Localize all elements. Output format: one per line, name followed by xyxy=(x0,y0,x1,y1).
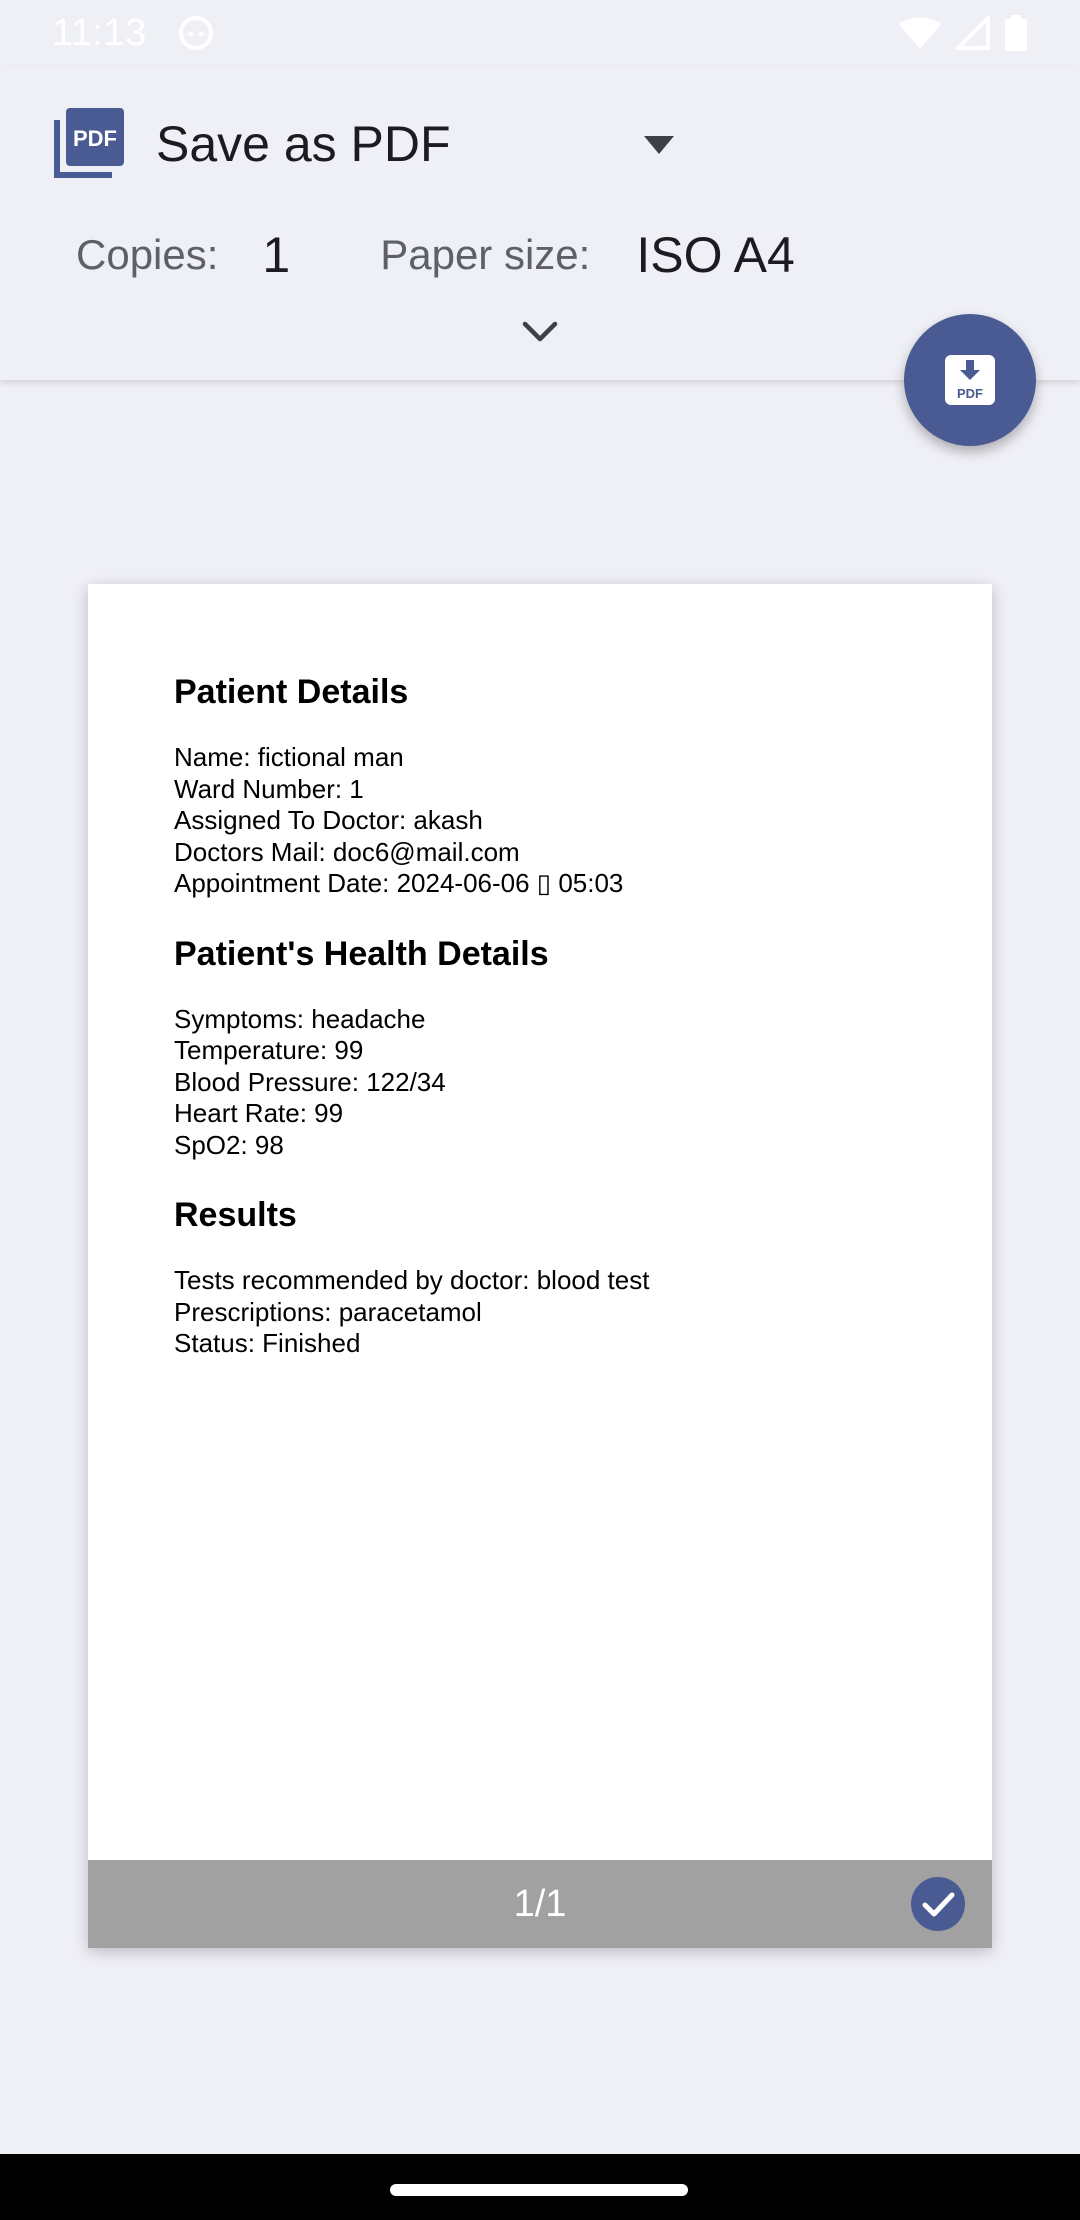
status-line: Status: Finished xyxy=(174,1328,361,1358)
paper-size-value: ISO A4 xyxy=(636,227,795,283)
battery-icon xyxy=(1005,15,1027,51)
navigation-bar xyxy=(0,2154,1080,2220)
printer-selector[interactable]: PDF Save as PDF xyxy=(50,104,451,184)
triangle-down-icon[interactable] xyxy=(644,136,674,154)
section-heading: Patient Details xyxy=(174,673,409,711)
section-lines: Tests recommended by doctor: blood test … xyxy=(174,1265,954,1360)
section-lines: Name: fictional man Ward Number: 1 Assig… xyxy=(174,742,954,900)
document-content: Patient Details Name: fictional man Ward… xyxy=(174,672,954,1394)
print-options-summary: Copies: 1 Paper size: ISO A4 xyxy=(76,220,795,290)
wifi-icon xyxy=(899,17,941,49)
status-icons xyxy=(898,15,1028,51)
assigned-doctor-line: Assigned To Doctor: akash xyxy=(174,805,483,835)
android-app-icon xyxy=(178,16,213,50)
copies-value: 1 xyxy=(262,227,291,283)
patient-name-line: Name: fictional man xyxy=(174,742,404,772)
pdf-document-icon: PDF xyxy=(54,108,124,178)
section-lines: Symptoms: headache Temperature: 99 Blood… xyxy=(174,1004,954,1162)
svg-text:PDF: PDF xyxy=(73,126,117,151)
print-preview-page[interactable]: Patient Details Name: fictional man Ward… xyxy=(88,584,992,1948)
appointment-date-line: Appointment Date: 2024-06-06 ▯ 05:03 xyxy=(174,868,624,898)
status-time: 11:13 xyxy=(52,11,147,54)
section-heading: Patient's Health Details xyxy=(174,934,549,973)
pdf-download-icon: PDF xyxy=(945,355,995,405)
symptoms-line: Symptoms: headache xyxy=(174,1003,426,1034)
paper-size-label: Paper size: xyxy=(380,231,591,278)
status-bar: 11:13 xyxy=(0,0,1080,66)
svg-text:PDF: PDF xyxy=(957,386,983,401)
section-heading: Results xyxy=(174,1196,297,1234)
doctor-mail-line: Doctors Mail: doc6@mail.com xyxy=(174,836,520,867)
printer-name: Save as PDF xyxy=(156,116,451,172)
copies-label: Copies: xyxy=(76,231,219,278)
tests-line: Tests recommended by doctor: blood test xyxy=(174,1265,650,1295)
ward-number-line: Ward Number: 1 xyxy=(174,773,364,804)
heart-rate-line: Heart Rate: 99 xyxy=(174,1098,344,1128)
check-circle-icon[interactable] xyxy=(910,1876,966,1932)
print-options-header: PDF Save as PDF Copies: 1 Paper size: IS… xyxy=(0,66,1080,380)
blood-pressure-line: Blood Pressure: 122/34 xyxy=(174,1066,446,1097)
save-pdf-button[interactable]: PDF xyxy=(904,314,1036,446)
page-footer: 1/1 xyxy=(88,1860,992,1948)
home-gesture-handle[interactable] xyxy=(390,2184,688,2196)
temperature-line: Temperature: 99 xyxy=(174,1035,364,1065)
chevron-down-icon[interactable] xyxy=(522,320,558,344)
page-number: 1/1 xyxy=(513,1882,567,1925)
spo2-line: SpO2: 98 xyxy=(174,1129,284,1160)
cellular-signal-icon xyxy=(956,16,990,50)
prescriptions-line: Prescriptions: paracetamol xyxy=(174,1296,482,1327)
